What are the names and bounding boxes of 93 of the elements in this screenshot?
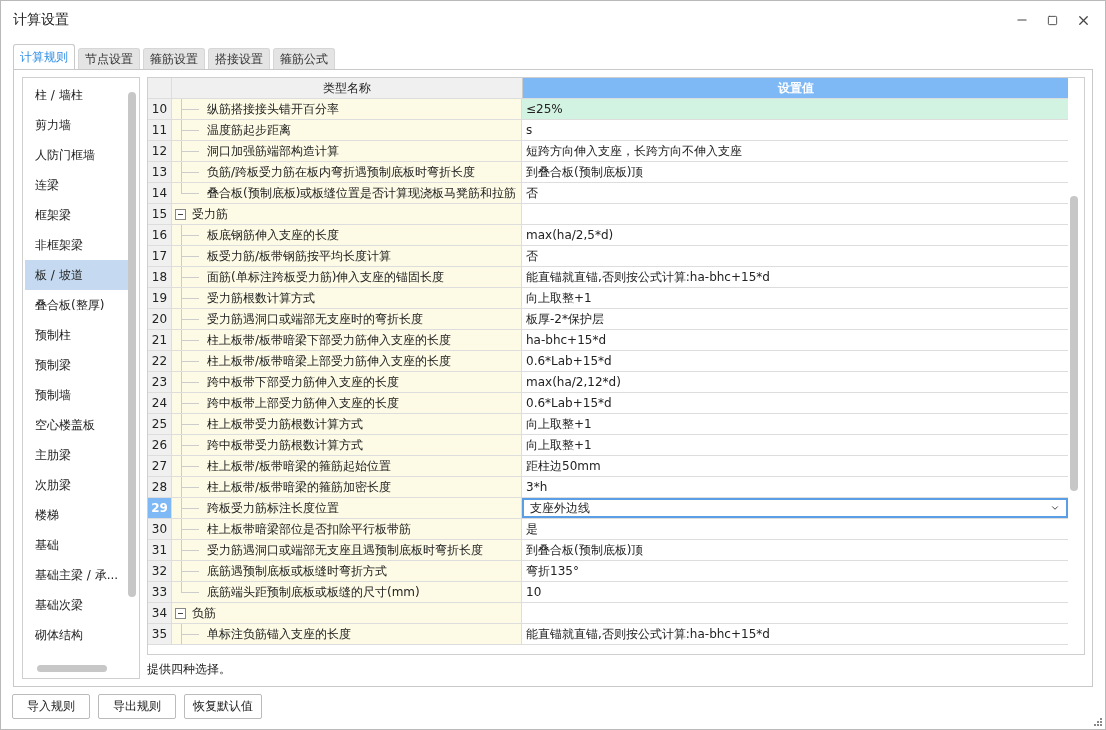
- setting-name: 受力筋遇洞口或端部无支座时的弯折长度: [207, 310, 423, 328]
- tab[interactable]: 箍筋设置: [143, 48, 205, 70]
- setting-name: 温度筋起步距离: [207, 121, 291, 139]
- row-number: 13: [148, 162, 172, 182]
- category-item[interactable]: 人防门框墙: [25, 140, 128, 170]
- setting-name: 柱上板带/板带暗梁下部受力筋伸入支座的长度: [207, 331, 452, 349]
- collapse-icon[interactable]: [175, 208, 186, 220]
- setting-name: 跨中板带上部受力筋伸入支座的长度: [207, 394, 399, 412]
- setting-name: 面筋(单标注跨板受力筋)伸入支座的锚固长度: [207, 268, 445, 286]
- category-item[interactable]: 基础次梁: [25, 590, 128, 620]
- row-number: 23: [148, 372, 172, 392]
- row-number: 34: [148, 603, 172, 623]
- row-number: 22: [148, 351, 172, 371]
- category-item[interactable]: 基础: [25, 530, 128, 560]
- row-number: 12: [148, 141, 172, 161]
- column-header: 设置值: [523, 78, 1068, 98]
- tab[interactable]: 箍筋公式: [273, 48, 335, 70]
- value-dropdown[interactable]: 支座外边线: [522, 498, 1068, 518]
- row-number: 31: [148, 540, 172, 560]
- collapse-icon[interactable]: [175, 607, 186, 619]
- row-number: 25: [148, 414, 172, 434]
- setting-name: 受力筋遇洞口或端部无支座且遇预制底板时弯折长度: [207, 541, 483, 559]
- row-number: 32: [148, 561, 172, 581]
- setting-name: 柱上板带/板带暗梁的箍筋加密长度: [207, 478, 392, 496]
- caret-icon: [1050, 503, 1060, 513]
- row-number: 21: [148, 330, 172, 350]
- setting-value[interactable]: ≤25%: [522, 99, 1068, 119]
- row-number: 14: [148, 183, 172, 203]
- setting-name: 柱上板带受力筋根数计算方式: [207, 415, 363, 433]
- category-item[interactable]: 非框架梁: [25, 230, 128, 260]
- category-item[interactable]: 连梁: [25, 170, 128, 200]
- category-item[interactable]: 板 / 坡道: [25, 260, 128, 290]
- row-number: 15: [148, 204, 172, 224]
- group-name: 负筋: [192, 604, 216, 622]
- row-number: 18: [148, 267, 172, 287]
- action-button[interactable]: 导入规则: [12, 694, 90, 719]
- action-button[interactable]: 恢复默认值: [184, 694, 262, 719]
- action-button[interactable]: 导出规则: [98, 694, 176, 719]
- row-number: 11: [148, 120, 172, 140]
- row-number: 19: [148, 288, 172, 308]
- setting-name: 底筋遇预制底板或板缝时弯折方式: [207, 562, 387, 580]
- setting-name: 柱上板带/板带暗梁的箍筋起始位置: [207, 457, 392, 475]
- category-item[interactable]: 砌体结构: [25, 620, 128, 650]
- setting-name: 跨板受力筋标注长度位置: [207, 499, 339, 517]
- setting-name: 受力筋根数计算方式: [207, 289, 315, 307]
- row-number: 33: [148, 582, 172, 602]
- row-number: 20: [148, 309, 172, 329]
- column-header: 类型名称: [172, 78, 523, 98]
- setting-name: 板底钢筋伸入支座的长度: [207, 226, 339, 244]
- row-number: 24: [148, 393, 172, 413]
- setting-name: 板受力筋/板带钢筋按平均长度计算: [207, 247, 392, 265]
- setting-name: 负筋/跨板受力筋在板内弯折遇预制底板时弯折长度: [207, 163, 476, 181]
- category-item[interactable]: 主肋梁: [25, 440, 128, 470]
- row-number: 16: [148, 225, 172, 245]
- setting-name: 柱上板带暗梁部位是否扣除平行板带筋: [207, 520, 411, 538]
- row-number: 35: [148, 624, 172, 644]
- tab[interactable]: 搭接设置: [208, 48, 270, 70]
- scrollbar-thumb[interactable]: [128, 92, 136, 597]
- category-item[interactable]: 预制梁: [25, 350, 128, 380]
- resize-grip-icon[interactable]: [1094, 718, 1102, 726]
- group-name: 受力筋: [192, 205, 228, 223]
- setting-name: 柱上板带/板带暗梁上部受力筋伸入支座的长度: [207, 352, 452, 370]
- category-item[interactable]: 剪力墙: [25, 110, 128, 140]
- row-number: 29: [148, 498, 172, 518]
- window-title: 计算设置: [13, 11, 69, 29]
- category-item[interactable]: 基础主梁 / 承...: [25, 560, 128, 590]
- row-number: 10: [148, 99, 172, 119]
- row-number: 26: [148, 435, 172, 455]
- tab[interactable]: 节点设置: [78, 48, 140, 70]
- category-item[interactable]: 次肋梁: [25, 470, 128, 500]
- tab[interactable]: 计算规则: [13, 44, 75, 70]
- scrollbar-thumb[interactable]: [1070, 196, 1078, 491]
- category-item[interactable]: 预制墙: [25, 380, 128, 410]
- setting-name: 洞口加强筋端部构造计算: [207, 142, 339, 160]
- setting-name: 叠合板(预制底板)或板缝位置是否计算现浇板马凳筋和拉筋: [207, 184, 517, 202]
- row-number: 30: [148, 519, 172, 539]
- setting-name: 底筋端头距预制底板或板缝的尺寸(mm): [207, 583, 420, 601]
- row-number: 27: [148, 456, 172, 476]
- category-item[interactable]: 预制柱: [25, 320, 128, 350]
- setting-name: 纵筋搭接接头错开百分率: [207, 100, 339, 118]
- category-item[interactable]: 框架梁: [25, 200, 128, 230]
- scrollbar-thumb[interactable]: [37, 665, 107, 672]
- row-number: 28: [148, 477, 172, 497]
- maximize-icon: [1047, 14, 1058, 26]
- setting-name: 单标注负筋锚入支座的长度: [207, 625, 351, 643]
- setting-name: 跨中板带下部受力筋伸入支座的长度: [207, 373, 399, 391]
- row-number: 17: [148, 246, 172, 266]
- category-item[interactable]: 叠合板(整厚): [25, 290, 128, 320]
- category-item[interactable]: 柱 / 墙柱: [25, 80, 128, 110]
- category-item[interactable]: 空心楼盖板: [25, 410, 128, 440]
- description-text: 提供四种选择。: [147, 661, 232, 678]
- category-item[interactable]: 楼梯: [25, 500, 128, 530]
- setting-name: 跨中板带受力筋根数计算方式: [207, 436, 363, 454]
